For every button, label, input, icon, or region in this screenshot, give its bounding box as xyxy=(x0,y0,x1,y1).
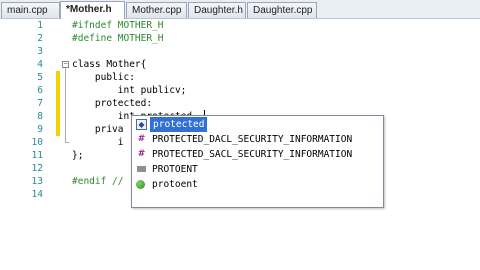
fold-guide-line xyxy=(65,68,66,142)
line-number: 1 xyxy=(37,20,43,31)
code-line-5[interactable]: public: xyxy=(72,71,135,84)
code-line-1[interactable]: #ifndef MOTHER_H xyxy=(72,19,164,32)
changed-line-marker xyxy=(56,71,60,136)
code-line-10[interactable]: i xyxy=(72,136,124,149)
line-number: 10 xyxy=(31,137,43,148)
autocomplete-item-protected-sacl[interactable]: # PROTECTED_SACL_SECURITY_INFORMATION xyxy=(134,147,381,162)
line-number: 8 xyxy=(37,111,43,122)
autocomplete-item-label: PROTECTED_SACL_SECURITY_INFORMATION xyxy=(152,149,353,160)
autocomplete-item-protoent-typedef[interactable]: PROTOENT xyxy=(134,162,381,177)
line-number: 6 xyxy=(37,85,43,96)
code-line-4[interactable]: class Mother{ xyxy=(72,58,146,71)
line-number: 7 xyxy=(37,98,43,109)
line-number: 12 xyxy=(31,163,43,174)
code-line-11[interactable]: }; xyxy=(72,149,83,162)
autocomplete-item-label: protected xyxy=(150,117,208,132)
struct-icon xyxy=(136,180,145,189)
line-number: 13 xyxy=(31,176,43,187)
autocomplete-item-protoent-struct[interactable]: protoent xyxy=(134,177,381,192)
code-line-7[interactable]: protected: xyxy=(72,97,152,110)
tab-daughter-cpp[interactable]: Daughter.cpp xyxy=(247,2,317,18)
typedef-icon xyxy=(137,166,146,172)
editor-tab-bar: main.cpp *Mother.h Mother.cpp Daughter.h… xyxy=(0,0,480,19)
keyword-icon: ◆ xyxy=(136,119,147,130)
tab-daughter-h[interactable]: Daughter.h xyxy=(188,2,246,18)
line-number: 4 xyxy=(37,59,43,70)
tab-main-cpp[interactable]: main.cpp xyxy=(1,2,60,18)
line-number: 9 xyxy=(37,124,43,135)
fold-guide-end xyxy=(65,142,69,143)
autocomplete-item-protected[interactable]: ◆ protected xyxy=(134,117,381,132)
code-line-9[interactable]: priva xyxy=(72,123,124,136)
line-number: 5 xyxy=(37,72,43,83)
autocomplete-item-label: PROTOENT xyxy=(152,164,198,175)
fold-collapse-icon[interactable]: − xyxy=(62,61,69,68)
tab-mother-h[interactable]: *Mother.h xyxy=(60,1,125,19)
autocomplete-item-protected-dacl[interactable]: # PROTECTED_DACL_SECURITY_INFORMATION xyxy=(134,132,381,147)
line-number: 2 xyxy=(37,33,43,44)
line-number: 14 xyxy=(31,189,43,200)
code-line-2[interactable]: #define MOTHER_H xyxy=(72,32,164,45)
line-number: 11 xyxy=(31,150,43,161)
code-line-6[interactable]: int publicv; xyxy=(72,84,187,97)
autocomplete-item-label: PROTECTED_DACL_SECURITY_INFORMATION xyxy=(152,134,353,145)
autocomplete-popup: ◆ protected # PROTECTED_DACL_SECURITY_IN… xyxy=(131,115,384,208)
line-number: 3 xyxy=(37,46,43,57)
autocomplete-item-label: protoent xyxy=(152,179,198,190)
code-line-13[interactable]: #endif // xyxy=(72,175,123,188)
macro-icon: # xyxy=(137,149,146,159)
tab-mother-cpp[interactable]: Mother.cpp xyxy=(126,2,187,18)
macro-icon: # xyxy=(137,134,146,144)
